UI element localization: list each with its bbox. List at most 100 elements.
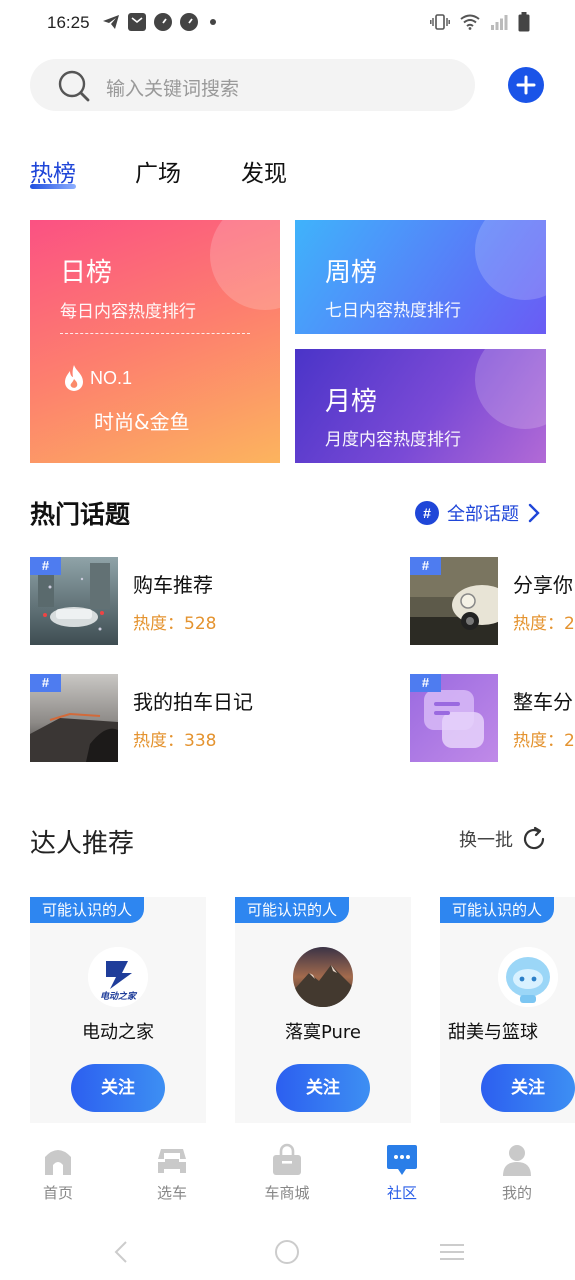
expert-name: 电动之家 <box>82 1022 154 1043</box>
avatar <box>293 947 353 1007</box>
expert-card[interactable]: 可能认识的人 落寞Pure 关注 <box>235 897 411 1123</box>
battery-icon <box>518 12 530 32</box>
tab-discover[interactable]: 发现 <box>241 154 287 188</box>
signal-icon <box>491 15 508 30</box>
expert-badge: 可能认识的人 <box>30 897 145 923</box>
tab-active-indicator <box>30 184 76 189</box>
topic-hashtag-badge: # <box>410 557 441 575</box>
nav-label: 社区 <box>386 1184 417 1202</box>
tab-plaza[interactable]: 广场 <box>135 154 181 188</box>
rank-no1: NO.1 <box>62 364 132 392</box>
mail-icon <box>128 13 146 31</box>
search-input[interactable]: 输入关键词搜索 <box>30 59 475 111</box>
refresh-label: 换一批 <box>459 830 513 851</box>
gauge-icon <box>154 13 172 31</box>
topic-hashtag-badge: # <box>410 674 441 692</box>
gauge-icon-2 <box>180 13 198 31</box>
topic-heat: 热度：29 <box>513 614 575 634</box>
back-icon[interactable] <box>112 1240 130 1264</box>
bottom-nav: 首页 选车 车商城 社区 我的 <box>0 1124 575 1216</box>
avatar <box>498 947 558 1007</box>
nav-item-car-mall[interactable]: 车商城 <box>247 1142 327 1203</box>
experts-title: 达人推荐 <box>30 829 135 859</box>
menu-icon[interactable] <box>438 1242 466 1262</box>
expert-card[interactable]: 可能认识的人 甜美与篮球 关注 <box>440 897 575 1123</box>
weekly-ranking-card[interactable]: 周榜 七日内容热度排行 <box>295 220 546 334</box>
monthly-ranking-title: 月榜 <box>325 387 378 417</box>
nav-item-profile[interactable]: 我的 <box>477 1142 557 1203</box>
topic-item[interactable]: # 购车推荐 热度：528 <box>30 557 330 647</box>
search-placeholder: 输入关键词搜索 <box>106 78 240 100</box>
status-time: 16:25 <box>47 13 90 32</box>
card-decoration <box>475 349 546 429</box>
rank-no1-label: NO.1 <box>90 367 133 388</box>
wifi-icon <box>460 14 480 30</box>
daily-ranking-card[interactable]: 日榜 每日内容热度排行 NO.1 时尚&金鱼 <box>30 220 280 463</box>
nav-item-select-car[interactable]: 选车 <box>132 1142 212 1203</box>
flame-icon <box>65 365 83 391</box>
follow-button[interactable]: 关注 <box>481 1064 575 1112</box>
notification-icons <box>102 13 216 31</box>
system-navigation-bar <box>0 1216 575 1280</box>
expert-badge: 可能认识的人 <box>440 897 555 923</box>
nav-item-home[interactable]: 首页 <box>18 1142 98 1203</box>
system-indicators <box>430 12 530 32</box>
topic-heat: 热度：27 <box>513 731 575 751</box>
follow-button[interactable]: 关注 <box>71 1064 165 1112</box>
nav-item-community[interactable]: 社区 <box>362 1142 442 1203</box>
daily-ranking-title: 日榜 <box>60 258 113 288</box>
topic-item[interactable]: # 我的拍车日记 热度：338 <box>30 674 330 764</box>
nav-label: 我的 <box>501 1184 532 1202</box>
vibrate-icon <box>430 14 450 30</box>
daily-ranking-subtitle: 每日内容热度排行 <box>60 302 196 322</box>
follow-button[interactable]: 关注 <box>276 1064 370 1112</box>
add-button[interactable] <box>508 67 544 103</box>
more-notifications-dot <box>210 19 216 25</box>
monthly-ranking-subtitle: 月度内容热度排行 <box>325 430 461 450</box>
weekly-ranking-title: 周榜 <box>325 258 378 288</box>
nav-label: 车商城 <box>264 1184 310 1202</box>
logo-text: 电动之家 <box>100 991 138 1002</box>
expert-card[interactable]: 可能认识的人 电动之家 电动之家 关注 <box>30 897 206 1123</box>
topic-heat: 热度：338 <box>133 731 217 751</box>
topic-item[interactable]: # 整车分 热度：27 <box>410 674 575 764</box>
search-icon <box>58 70 90 102</box>
card-decoration <box>475 220 546 300</box>
expert-name: 甜美与篮球 <box>448 1022 538 1043</box>
home-circle-icon[interactable] <box>274 1239 300 1265</box>
tab-hot-list[interactable]: 热榜 <box>30 154 76 188</box>
topic-name: 我的拍车日记 <box>133 690 253 714</box>
refresh-icon <box>523 826 545 850</box>
card-decoration <box>210 220 280 310</box>
divider <box>60 333 250 334</box>
topic-heat: 热度：528 <box>133 614 217 634</box>
chat-bubble-icon <box>384 1142 420 1178</box>
refresh-button[interactable]: 换一批 <box>459 826 547 852</box>
telegram-icon <box>103 15 119 29</box>
status-bar: 16:25 <box>0 0 575 48</box>
avatar: 电动之家 <box>88 947 148 1007</box>
all-topics-label: 全部话题 <box>447 504 519 525</box>
chevron-right-icon <box>528 503 540 523</box>
topic-hashtag-badge: # <box>30 557 61 575</box>
weekly-ranking-subtitle: 七日内容热度排行 <box>325 301 461 321</box>
user-icon <box>499 1142 535 1178</box>
plus-icon <box>516 75 536 95</box>
all-topics-link[interactable]: # 全部话题 <box>415 500 541 526</box>
expert-badge: 可能认识的人 <box>235 897 350 923</box>
topic-hashtag-badge: # <box>30 674 61 692</box>
topic-item[interactable]: # 分享你 热度：29 <box>410 557 575 647</box>
hot-topics-title: 热门话题 <box>30 500 131 529</box>
expert-name: 落寞Pure <box>284 1022 362 1043</box>
nav-label: 首页 <box>42 1184 73 1202</box>
topic-name: 购车推荐 <box>133 573 213 597</box>
topic-name: 整车分 <box>513 690 573 714</box>
monthly-ranking-card[interactable]: 月榜 月度内容热度排行 <box>295 349 546 463</box>
daily-top-item: 时尚&金鱼 <box>94 410 190 434</box>
nav-label: 选车 <box>156 1184 187 1202</box>
shopping-bag-icon <box>269 1142 305 1178</box>
topic-name: 分享你 <box>513 573 573 597</box>
home-icon <box>40 1142 76 1178</box>
hashtag-icon: # <box>415 501 439 525</box>
car-icon <box>154 1142 190 1178</box>
